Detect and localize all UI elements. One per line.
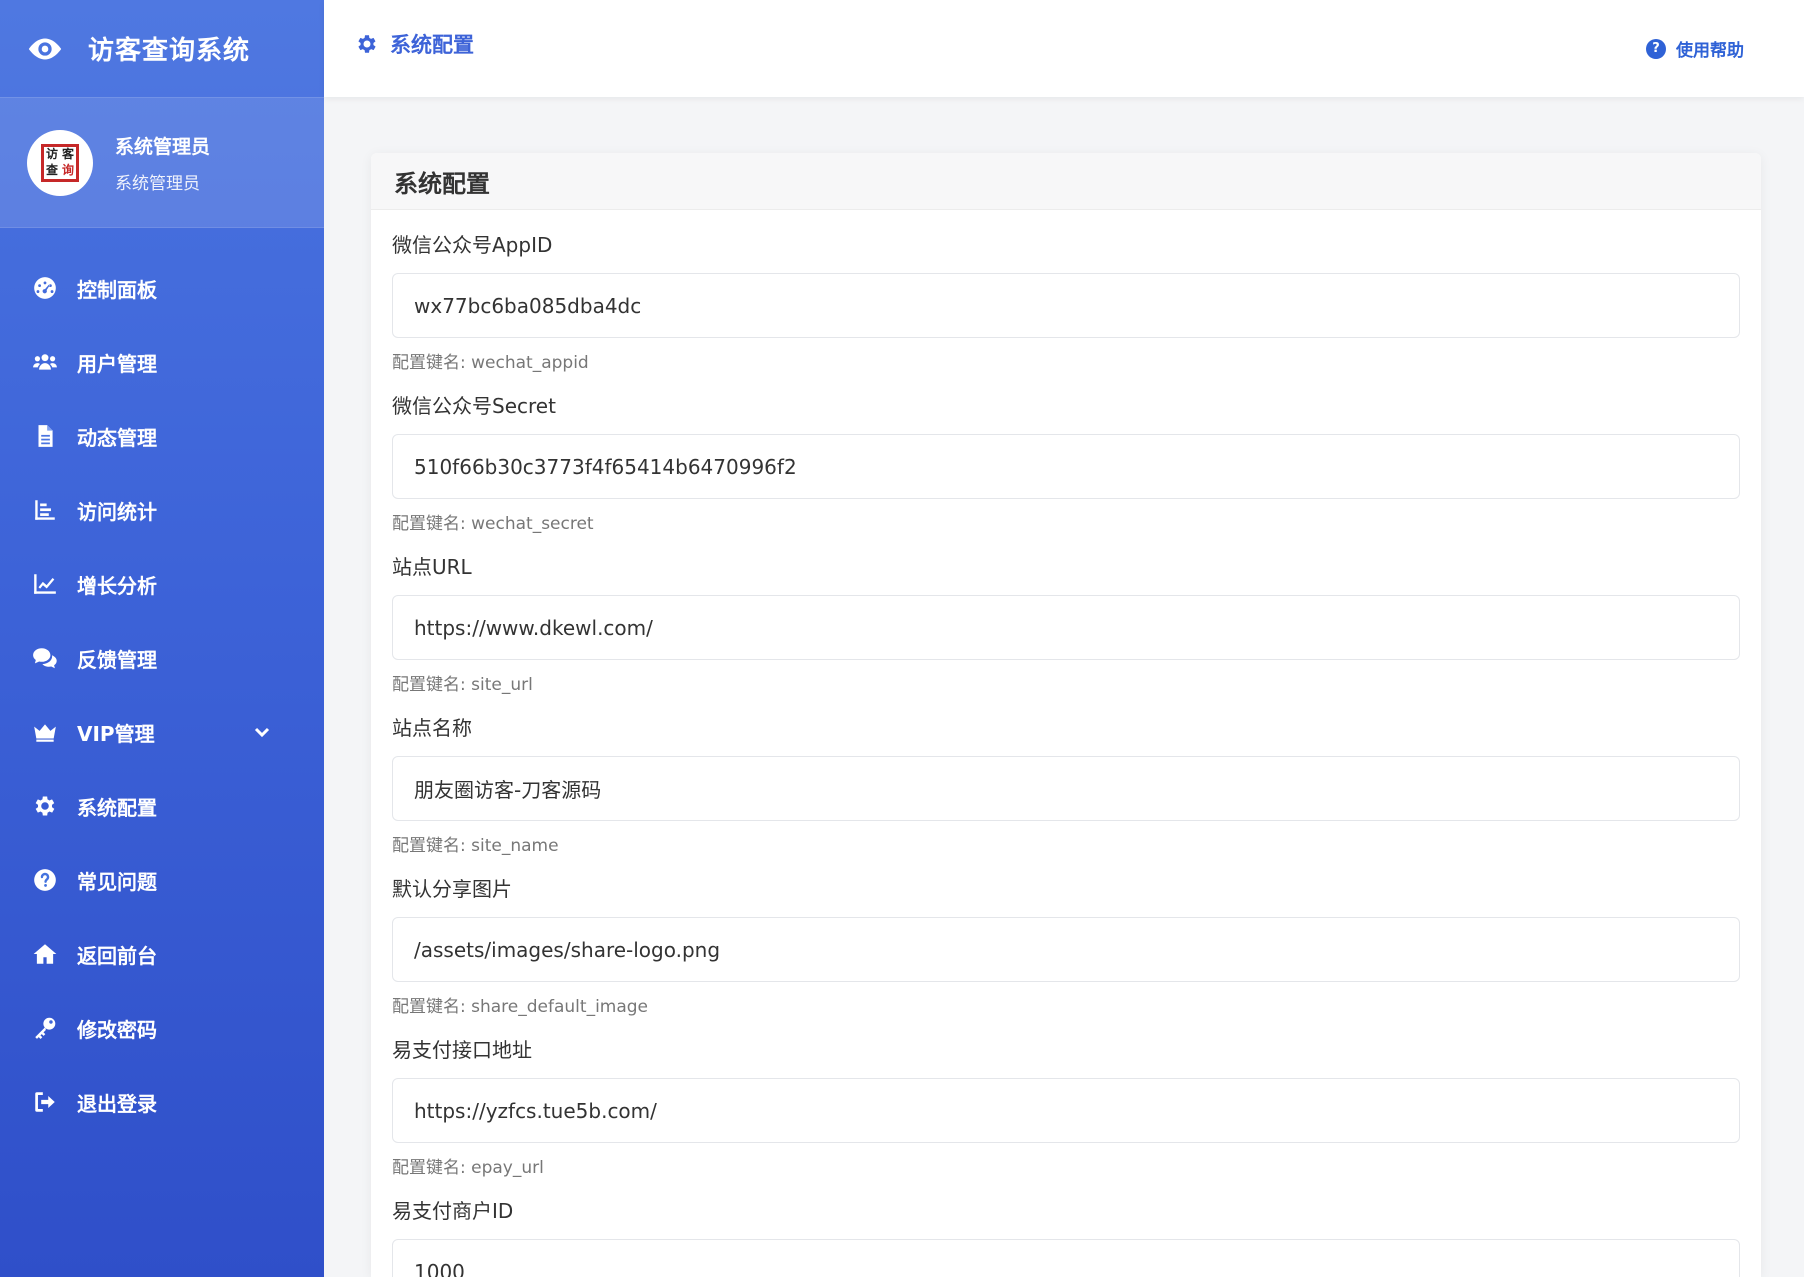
sidebar-item-feedback[interactable]: 反馈管理 xyxy=(0,621,324,695)
wechat-appid-input[interactable] xyxy=(392,273,1740,338)
form-field-share-default-image: 默认分享图片配置键名: share_default_image xyxy=(392,854,1740,1017)
help-label: 使用帮助 xyxy=(1676,41,1744,61)
sidebar-item-label: 常见问题 xyxy=(77,869,157,894)
settings-card: 系统配置 微信公众号AppID配置键名: wechat_appid微信公众号Se… xyxy=(371,153,1761,1277)
question-circle-icon: ? xyxy=(1646,38,1666,59)
sidebar-item-label: 修改密码 xyxy=(77,1017,157,1042)
config-key-hint: 配置键名: share_default_image xyxy=(392,997,649,1017)
form-field-site-name: 站点名称配置键名: site_name xyxy=(392,693,1740,856)
sidebar-item-label: 访问统计 xyxy=(77,499,157,524)
sidebar-item-label: 退出登录 xyxy=(77,1091,157,1116)
site-url-input[interactable] xyxy=(392,595,1740,660)
sidebar-item-label: VIP管理 xyxy=(77,721,155,746)
sidebar-nav: 控制面板 用户管理 动态管理 访问统计 增长分析 反馈管理 VIP管理 系统配置… xyxy=(0,228,324,1139)
comments-icon xyxy=(30,643,60,673)
field-label: 易支付接口地址 xyxy=(392,1038,532,1062)
sidebar-item-users[interactable]: 用户管理 xyxy=(0,325,324,399)
form-field-epay-url: 易支付接口地址配置键名: epay_url xyxy=(392,1015,1740,1178)
top-header: 系统配置 ? 使用帮助 xyxy=(324,0,1804,97)
epay-url-input[interactable] xyxy=(392,1078,1740,1143)
sidebar-item-faq[interactable]: 常见问题 xyxy=(0,843,324,917)
form-field-epay-merchant-id: 易支付商户ID xyxy=(392,1176,1740,1277)
bar-chart-icon xyxy=(30,495,60,525)
field-label: 默认分享图片 xyxy=(392,877,512,901)
avatar: 访 客 查 询 xyxy=(27,129,93,196)
sidebar-item-label: 增长分析 xyxy=(77,573,157,598)
sidebar-item-label: 返回前台 xyxy=(77,943,157,968)
form-field-wechat-secret: 微信公众号Secret 配置键名: wechat_secret xyxy=(392,371,1740,534)
brand[interactable]: 访客查询系统 xyxy=(0,0,324,97)
form-field-site-url: 站点URL 配置键名: site_url xyxy=(392,532,1740,695)
site-name-input[interactable] xyxy=(392,756,1740,821)
config-key-hint: 配置键名: wechat_secret xyxy=(392,514,594,534)
field-label: 易支付商户ID xyxy=(392,1199,514,1223)
user-profile: 访 客 查 询 系统管理员 系统管理员 xyxy=(0,97,324,228)
config-key-hint: 配置键名: wechat_appid xyxy=(392,353,589,373)
field-label: 微信公众号Secret xyxy=(392,394,556,418)
logout-icon xyxy=(30,1087,60,1117)
sidebar-item-label: 系统配置 xyxy=(77,795,157,820)
card-title: 系统配置 xyxy=(371,153,1761,210)
sidebar-item-label: 动态管理 xyxy=(77,425,157,450)
gear-icon xyxy=(358,34,376,53)
settings-form: 微信公众号AppID 配置键名: wechat_appid 微信公众号Secret 配… xyxy=(371,210,1761,1277)
file-icon xyxy=(30,421,60,451)
sidebar: 访客查询系统 访 客 查 询 系统管理员 系统管理员 控制面板 用户管理 动态管… xyxy=(0,0,324,1277)
field-label: 站点名称 xyxy=(392,716,472,740)
key-icon xyxy=(30,1013,60,1043)
sidebar-item-label: 控制面板 xyxy=(77,277,157,302)
sidebar-item-password[interactable]: 修改密码 xyxy=(0,991,324,1065)
sidebar-item-statistics[interactable]: 访问统计 xyxy=(0,473,324,547)
config-key-hint: 配置键名: epay_url xyxy=(392,1158,544,1178)
crown-icon xyxy=(30,717,60,747)
home-icon xyxy=(30,939,60,969)
config-key-hint: 配置键名: site_url xyxy=(392,675,533,695)
dashboard-icon xyxy=(30,273,60,303)
sidebar-item-home[interactable]: 返回前台 xyxy=(0,917,324,991)
form-field-wechat-appid: 微信公众号AppID 配置键名: wechat_appid xyxy=(392,210,1740,373)
help-link[interactable]: ? 使用帮助 xyxy=(1646,36,1744,61)
field-label: 微信公众号AppID xyxy=(392,233,553,257)
sidebar-item-dashboard[interactable]: 控制面板 xyxy=(0,251,324,325)
eye-icon xyxy=(28,38,62,59)
sidebar-item-settings[interactable]: 系统配置 xyxy=(0,769,324,843)
page-title: 系统配置 xyxy=(355,29,474,59)
config-key-hint: 配置键名: site_name xyxy=(392,836,559,856)
share-default-image-input[interactable] xyxy=(392,917,1740,982)
sidebar-item-label: 反馈管理 xyxy=(77,647,157,672)
wechat-secret-input[interactable] xyxy=(392,434,1740,499)
sidebar-item-logout[interactable]: 退出登录 xyxy=(0,1065,324,1139)
profile-role: 系统管理员 xyxy=(115,173,200,194)
sidebar-item-growth[interactable]: 增长分析 xyxy=(0,547,324,621)
sidebar-item-posts[interactable]: 动态管理 xyxy=(0,399,324,473)
brand-title: 访客查询系统 xyxy=(88,36,251,66)
gear-icon xyxy=(30,791,60,821)
page-title-text: 系统配置 xyxy=(390,32,474,57)
avatar-logo: 访 客 查 询 xyxy=(41,143,79,182)
sidebar-item-label: 用户管理 xyxy=(77,351,157,376)
field-label: 站点URL xyxy=(392,555,472,579)
sidebar-item-vip[interactable]: VIP管理 xyxy=(0,695,324,769)
question-icon xyxy=(30,865,60,895)
users-icon xyxy=(30,347,60,377)
profile-name: 系统管理员 xyxy=(115,135,211,158)
line-chart-icon xyxy=(30,569,60,599)
epay-merchant-id-input[interactable] xyxy=(392,1239,1740,1277)
chevron-down-icon[interactable] xyxy=(252,722,272,742)
app: 访客查询系统 访 客 查 询 系统管理员 系统管理员 控制面板 用户管理 动态管… xyxy=(0,0,1804,1277)
